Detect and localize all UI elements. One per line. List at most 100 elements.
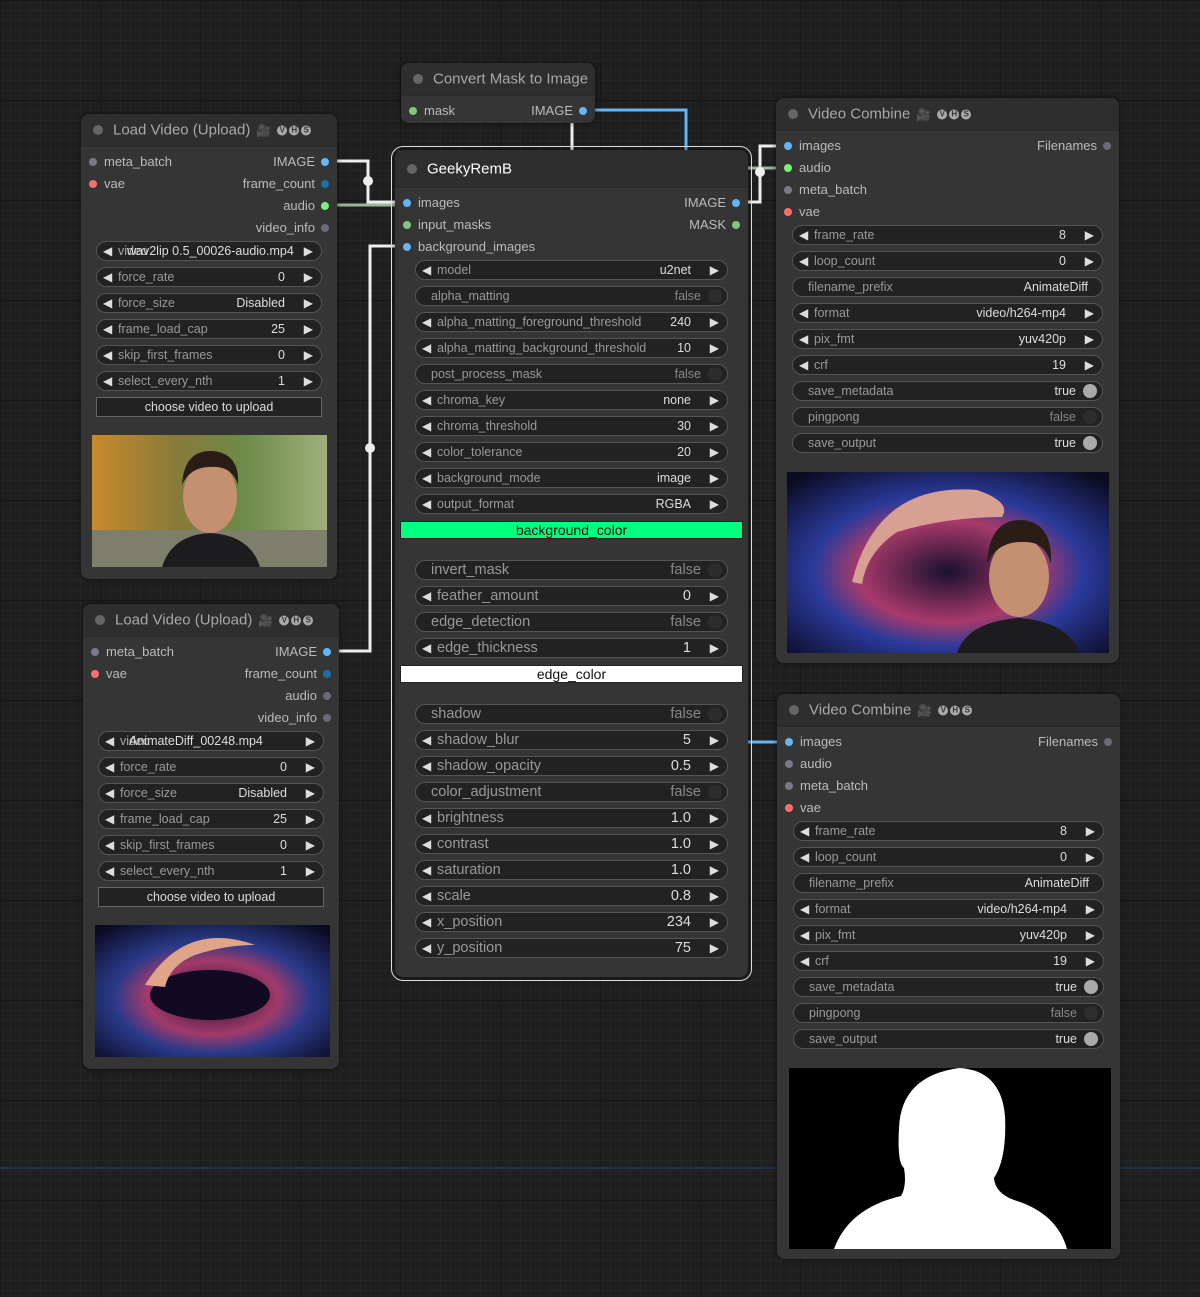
widget-color-tolerance[interactable]: ◀ ▶ color_tolerance 20 [415,442,728,462]
input-socket-icon[interactable] [403,198,411,207]
decrement-arrow-icon[interactable]: ◀ [103,372,112,390]
widget-edge-thickness[interactable]: ◀ ▶ edge_thickness 1 [415,638,728,658]
input-socket-icon[interactable] [409,106,417,115]
input-socket-icon[interactable] [785,781,793,790]
toggle-knob-icon[interactable] [1084,1006,1098,1020]
increment-arrow-icon[interactable]: ▶ [304,242,313,260]
decrement-arrow-icon[interactable]: ◀ [422,757,431,775]
input-socket-icon[interactable] [89,157,97,166]
increment-arrow-icon[interactable]: ▶ [710,391,719,409]
node-header[interactable]: GeekyRemB [395,150,748,188]
widget-alpha-matting-foreground-threshold[interactable]: ◀ ▶ alpha_matting_foreground_threshold 240 [415,312,728,332]
widget-loop-count[interactable]: ◀ ▶ loop_count 0 [792,251,1103,271]
widget-crf[interactable]: ◀ ▶ crf 19 [792,355,1103,375]
increment-arrow-icon[interactable]: ▶ [710,835,719,853]
toggle-knob-icon[interactable] [708,367,722,381]
increment-arrow-icon[interactable]: ▶ [304,372,313,390]
widget-brightness[interactable]: ◀ ▶ brightness 1.0 [415,808,728,828]
increment-arrow-icon[interactable]: ▶ [1086,822,1095,840]
decrement-arrow-icon[interactable]: ◀ [422,639,431,657]
node-header[interactable]: Video Combine 🎥 V H S [776,98,1119,131]
node-load-video-2[interactable]: Load Video (Upload) 🎥 V H Smeta_batch IMAGE va… [83,604,339,1069]
decrement-arrow-icon[interactable]: ◀ [422,495,431,513]
output-socket-icon[interactable] [321,201,329,210]
input-socket-icon[interactable] [784,207,792,216]
increment-arrow-icon[interactable]: ▶ [710,313,719,331]
increment-arrow-icon[interactable]: ▶ [710,731,719,749]
node-load-video-1[interactable]: Load Video (Upload) 🎥 V H Smeta_batch IMAGE va… [81,114,337,579]
link-reroute-dot[interactable] [365,443,375,453]
increment-arrow-icon[interactable]: ▶ [710,339,719,357]
widget-post-process-mask[interactable]: post_process_mask false [415,364,728,384]
increment-arrow-icon[interactable]: ▶ [710,913,719,931]
decrement-arrow-icon[interactable]: ◀ [422,835,431,853]
widget-frame-rate[interactable]: ◀ ▶ frame_rate 8 [793,821,1104,841]
widget-model[interactable]: ◀ ▶ model u2net [415,260,728,280]
increment-arrow-icon[interactable]: ▶ [1085,304,1094,322]
widget-shadow-blur[interactable]: ◀ ▶ shadow_blur 5 [415,730,728,750]
decrement-arrow-icon[interactable]: ◀ [799,226,808,244]
input-socket-icon[interactable] [784,185,792,194]
widget-chroma-key[interactable]: ◀ ▶ chroma_key none [415,390,728,410]
decrement-arrow-icon[interactable]: ◀ [799,356,808,374]
widget-filename-prefix[interactable]: filename_prefix AnimateDiff [793,873,1104,893]
output-socket-icon[interactable] [732,220,740,229]
increment-arrow-icon[interactable]: ▶ [1085,252,1094,270]
widget-invert-mask[interactable]: invert_mask false [415,560,728,580]
input-socket-icon[interactable] [403,220,411,229]
increment-arrow-icon[interactable]: ▶ [1086,848,1095,866]
decrement-arrow-icon[interactable]: ◀ [105,758,114,776]
widget-loop-count[interactable]: ◀ ▶ loop_count 0 [793,847,1104,867]
widget-force-rate[interactable]: ◀ ▶ force_rate 0 [98,757,324,777]
decrement-arrow-icon[interactable]: ◀ [105,732,114,750]
widget-frame-load-cap[interactable]: ◀ ▶ frame_load_cap 25 [96,319,322,339]
input-slot-mask[interactable]: mask [409,100,455,122]
decrement-arrow-icon[interactable]: ◀ [800,822,809,840]
widget-force-size[interactable]: ◀ ▶ force_size Disabled [98,783,324,803]
output-socket-icon[interactable] [323,647,331,656]
output-slot-video-info[interactable]: video_info [258,707,331,729]
input-socket-icon[interactable] [91,647,99,656]
widget-background-color[interactable]: background_color [400,521,743,539]
output-slot-audio[interactable]: audio [285,685,331,707]
increment-arrow-icon[interactable]: ▶ [306,836,315,854]
increment-arrow-icon[interactable]: ▶ [1086,900,1095,918]
output-socket-icon[interactable] [321,157,329,166]
toggle-knob-icon[interactable] [708,615,722,629]
toggle-knob-icon[interactable] [708,289,722,303]
widget-color-adjustment[interactable]: color_adjustment false [415,782,728,802]
increment-arrow-icon[interactable]: ▶ [710,809,719,827]
node-geeky-remb[interactable]: GeekyRemB images IMAGE input_masks MASK backg… [391,146,752,981]
input-slot-vae[interactable]: vae [785,797,821,819]
output-socket-icon[interactable] [321,223,329,232]
decrement-arrow-icon[interactable]: ◀ [422,469,431,487]
node-header[interactable]: Video Combine 🎥 V H S [777,694,1120,727]
output-slot-image[interactable]: IMAGE [684,192,740,214]
widget-skip-first-frames[interactable]: ◀ ▶ skip_first_frames 0 [96,345,322,365]
decrement-arrow-icon[interactable]: ◀ [103,346,112,364]
decrement-arrow-icon[interactable]: ◀ [422,887,431,905]
widget-chroma-threshold[interactable]: ◀ ▶ chroma_threshold 30 [415,416,728,436]
input-socket-icon[interactable] [403,242,411,251]
input-slot-meta-batch[interactable]: meta_batch [89,151,172,173]
decrement-arrow-icon[interactable]: ◀ [799,252,808,270]
toggle-knob-icon[interactable] [1083,384,1097,398]
output-slot-image[interactable]: IMAGE [531,100,587,122]
decrement-arrow-icon[interactable]: ◀ [422,339,431,357]
upload-button[interactable]: choose video to upload [96,397,322,417]
toggle-knob-icon[interactable] [708,563,722,577]
input-slot-vae[interactable]: vae [784,201,820,223]
decrement-arrow-icon[interactable]: ◀ [800,900,809,918]
collapse-toggle-dot[interactable] [93,125,103,135]
decrement-arrow-icon[interactable]: ◀ [422,313,431,331]
widget-y-position[interactable]: ◀ ▶ y_position 75 [415,938,728,958]
increment-arrow-icon[interactable]: ▶ [710,261,719,279]
increment-arrow-icon[interactable]: ▶ [306,732,315,750]
increment-arrow-icon[interactable]: ▶ [304,294,313,312]
increment-arrow-icon[interactable]: ▶ [1085,356,1094,374]
input-slot-audio[interactable]: audio [784,157,831,179]
widget-format[interactable]: ◀ ▶ format video/h264-mp4 [792,303,1103,323]
link-reroute-dot[interactable] [755,167,765,177]
decrement-arrow-icon[interactable]: ◀ [422,261,431,279]
increment-arrow-icon[interactable]: ▶ [710,443,719,461]
